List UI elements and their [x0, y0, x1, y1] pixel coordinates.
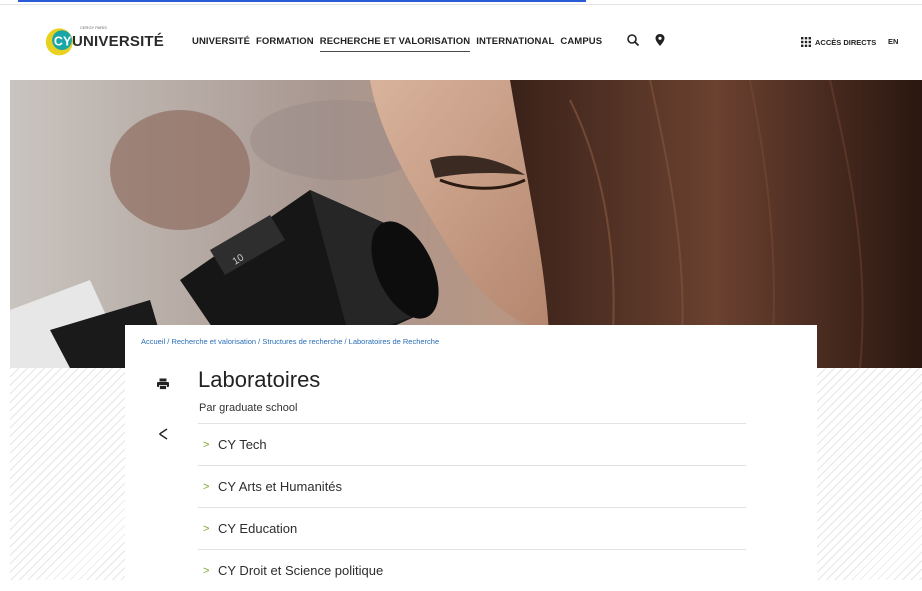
list-item-label: CY Droit et Science politique	[218, 563, 384, 578]
breadcrumb: Accueil / Recherche et valorisation / St…	[141, 337, 439, 346]
breadcrumb-accueil[interactable]: Accueil	[141, 337, 165, 346]
location-pin-icon[interactable]	[653, 33, 667, 47]
acces-directs-label: ACCÈS DIRECTS	[815, 37, 877, 47]
graduate-school-list: > CY Tech > CY Arts et Humanités > CY Educa…	[198, 423, 746, 591]
list-item[interactable]: > CY Education	[198, 507, 746, 549]
chevron-right-icon: >	[203, 480, 210, 493]
acces-directs-button[interactable]: ACCÈS DIRECTS	[801, 37, 876, 47]
breadcrumb-laboratoires: Laboratoires de Recherche	[348, 337, 440, 346]
chevron-right-icon: >	[203, 564, 210, 577]
list-item[interactable]: > CY Droit et Science politique	[198, 549, 746, 591]
nav-universite[interactable]: UNIVERSITÉ	[192, 36, 250, 52]
nav-international[interactable]: INTERNATIONAL	[476, 36, 554, 52]
list-item-label: CY Arts et Humanités	[218, 479, 343, 494]
language-switch[interactable]: EN	[888, 37, 898, 46]
breadcrumb-structures[interactable]: Structures de recherche	[262, 337, 342, 346]
list-item-label: CY Education	[218, 521, 298, 536]
logo-small-text: CERGY PARIS	[80, 25, 107, 30]
list-item[interactable]: > CY Arts et Humanités	[198, 465, 746, 507]
svg-text:CY: CY	[54, 34, 72, 48]
logo-brand-text: UNIVERSITÉ	[71, 32, 164, 50]
list-item-label: CY Tech	[218, 437, 267, 452]
share-icon[interactable]	[157, 427, 169, 441]
print-icon[interactable]	[156, 377, 170, 391]
top-link-underline[interactable]	[18, 0, 586, 2]
right-hatch-pattern	[817, 368, 922, 580]
site-header: CY CERGY PARIS UNIVERSITÉ UNIVERSITÉ FOR…	[0, 6, 922, 80]
chevron-right-icon: >	[203, 438, 210, 451]
logo[interactable]: CY CERGY PARIS UNIVERSITÉ	[44, 23, 164, 59]
nav-campus[interactable]: CAMPUS	[560, 36, 602, 52]
chevron-right-icon: >	[203, 522, 210, 535]
list-item[interactable]: > CY Tech	[198, 423, 746, 465]
search-icon[interactable]	[626, 33, 640, 47]
nav-recherche[interactable]: RECHERCHE ET VALORISATION	[319, 36, 471, 52]
page-title: Laboratoires	[198, 367, 321, 392]
grid-icon	[801, 37, 811, 47]
main-nav: UNIVERSITÉ FORMATION RECHERCHE ET VALORI…	[192, 36, 602, 52]
left-hatch-pattern	[10, 368, 125, 580]
page-subtitle: Par graduate school	[199, 402, 298, 414]
breadcrumb-recherche[interactable]: Recherche et valorisation	[171, 337, 256, 346]
nav-formation[interactable]: FORMATION	[256, 36, 314, 52]
top-divider	[0, 4, 922, 5]
